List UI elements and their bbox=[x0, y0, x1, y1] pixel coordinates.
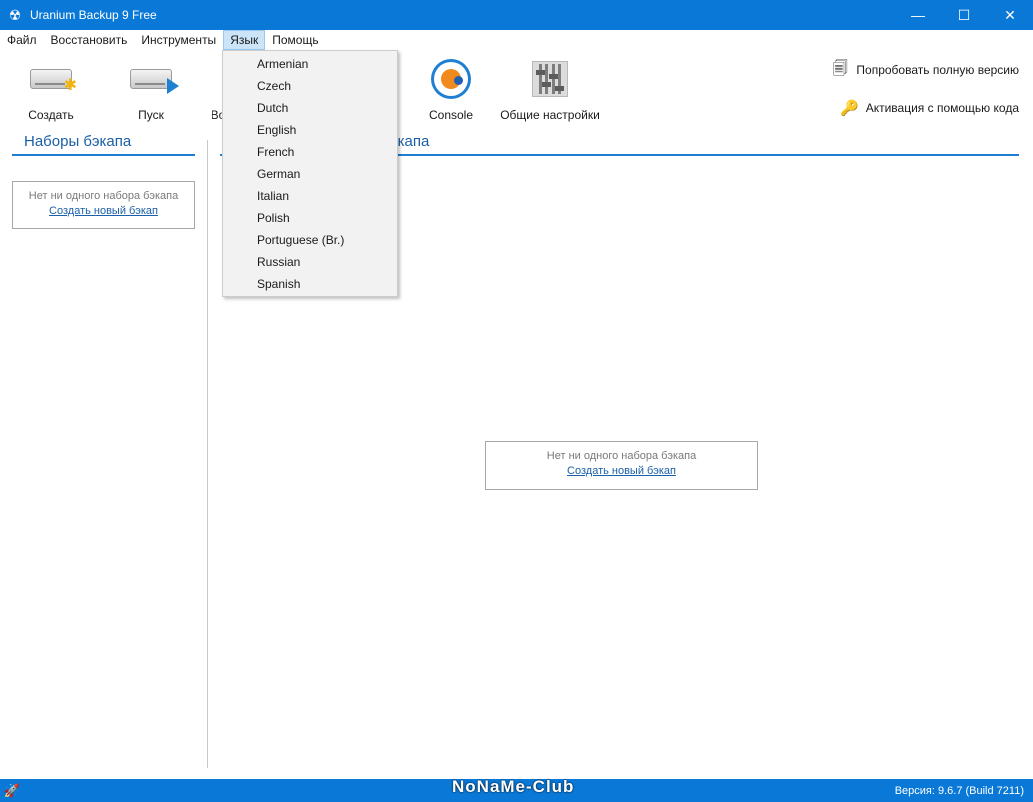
console-label: Console bbox=[428, 108, 474, 122]
drive-new-icon: ✱ bbox=[30, 69, 77, 94]
language-option[interactable]: French bbox=[223, 141, 397, 163]
language-option[interactable]: Portuguese (Br.) bbox=[223, 229, 397, 251]
try-full-label: Попробовать полную версию bbox=[856, 63, 1019, 77]
window-title: Uranium Backup 9 Free bbox=[30, 8, 157, 22]
right-empty-message: Нет ни одного набора бэкапа bbox=[546, 450, 697, 462]
try-full-version-link[interactable]: 🗐 Попробовать полную версию bbox=[830, 60, 1019, 80]
settings-label: Общие настройки bbox=[500, 108, 600, 122]
run-button[interactable]: Пуск bbox=[124, 56, 179, 122]
console-icon bbox=[431, 59, 471, 99]
right-create-backup-link[interactable]: Создать новый бэкап bbox=[486, 465, 757, 477]
settings-button[interactable]: Общие настройки bbox=[500, 56, 600, 122]
language-option[interactable]: Armenian bbox=[223, 53, 397, 75]
minimize-button[interactable]: — bbox=[895, 0, 941, 30]
version-text: Версия: 9.6.7 (Build 7211) bbox=[894, 784, 1024, 797]
watermark: NoNaMe-Club bbox=[452, 777, 575, 796]
status-bar: 🚀 NoNaMe-Club Версия: 9.6.7 (Build 7211) bbox=[0, 777, 1033, 802]
menu-tools[interactable]: Инструменты bbox=[134, 30, 223, 50]
language-option[interactable]: Russian bbox=[223, 251, 397, 273]
language-option[interactable]: German bbox=[223, 163, 397, 185]
run-label: Пуск bbox=[138, 108, 164, 122]
activate-label: Активация с помощью кода bbox=[865, 101, 1019, 115]
language-option[interactable]: Italian bbox=[223, 185, 397, 207]
create-label: Создать bbox=[28, 108, 74, 122]
title-bar: ☢ Uranium Backup 9 Free — ☐ ✕ bbox=[0, 0, 1033, 30]
close-button[interactable]: ✕ bbox=[987, 0, 1033, 30]
menu-language[interactable]: Язык bbox=[223, 30, 266, 50]
maximize-button[interactable]: ☐ bbox=[941, 0, 987, 30]
language-option[interactable]: Dutch bbox=[223, 97, 397, 119]
window-controls: — ☐ ✕ bbox=[895, 0, 1033, 30]
create-button[interactable]: ✱ Создать bbox=[22, 56, 80, 122]
activate-code-link[interactable]: 🔑 Активация с помощью кода bbox=[840, 98, 1019, 118]
menu-restore[interactable]: Восстановить bbox=[44, 30, 135, 50]
language-dropdown: Armenian Czech Dutch English French Germ… bbox=[222, 50, 398, 297]
radiation-icon: ☢ bbox=[8, 6, 22, 23]
drive-play-icon bbox=[130, 69, 179, 94]
rocket-icon: 🚀 bbox=[3, 782, 21, 798]
left-create-backup-link[interactable]: Создать новый бэкап bbox=[13, 205, 194, 217]
menu-bar: Файл Восстановить Инструменты Язык Помощ… bbox=[0, 30, 1033, 50]
sliders-icon bbox=[532, 61, 568, 97]
language-option[interactable]: Spanish bbox=[223, 273, 397, 295]
right-empty-box: Нет ни одного набора бэкапа Создать новы… bbox=[485, 441, 758, 490]
language-option[interactable]: Czech bbox=[223, 75, 397, 97]
language-option[interactable]: English bbox=[223, 119, 397, 141]
full-version-icon: 🗐 bbox=[832, 59, 848, 77]
panel-divider[interactable] bbox=[207, 140, 208, 768]
backup-sets-heading: Наборы бэкапа bbox=[12, 133, 195, 156]
left-empty-box: Нет ни одного набора бэкапа Создать новы… bbox=[12, 181, 195, 229]
menu-file[interactable]: Файл bbox=[0, 30, 44, 50]
console-button[interactable]: Console bbox=[424, 56, 478, 122]
left-empty-message: Нет ни одного набора бэкапа bbox=[28, 190, 179, 202]
menu-help[interactable]: Помощь bbox=[265, 30, 325, 50]
language-option[interactable]: Polish bbox=[223, 207, 397, 229]
key-icon: 🔑 bbox=[840, 100, 860, 117]
app-window: ☢ Uranium Backup 9 Free — ☐ ✕ Файл Восст… bbox=[0, 0, 1033, 802]
toolbar: ✱ Создать Пуск Во Console bbox=[0, 52, 1033, 128]
